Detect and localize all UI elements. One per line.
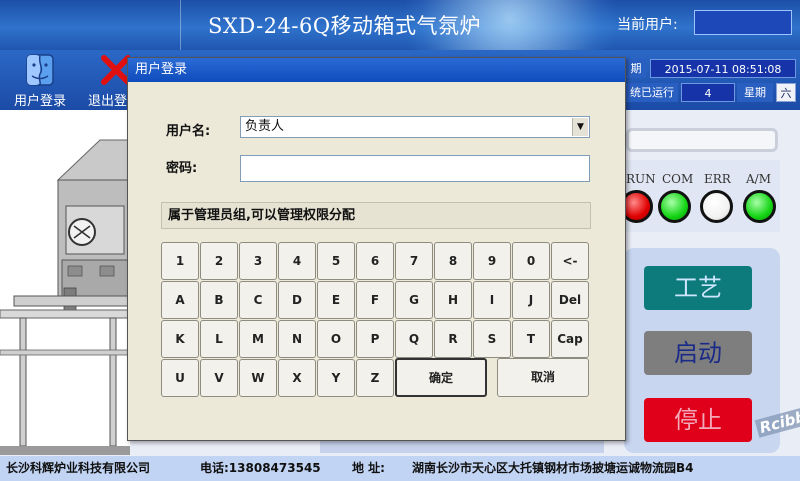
key-6[interactable]: 6: [356, 242, 394, 280]
am-indicator-label: A/M: [746, 172, 771, 186]
key-4[interactable]: 4: [278, 242, 316, 280]
username-value: 负责人: [245, 119, 285, 134]
footer-address: 湖南长沙市天心区大托镇钢材市场披塘运诚物流园B4: [412, 461, 694, 475]
key-z[interactable]: Z: [356, 359, 394, 397]
err-indicator-label: ERR: [704, 172, 731, 186]
dropdown-arrow-icon[interactable]: ▼: [572, 118, 588, 136]
key-n[interactable]: N: [278, 320, 316, 358]
password-label: 密码:: [166, 161, 198, 176]
key-w[interactable]: W: [239, 359, 277, 397]
finder-face-icon: [26, 54, 54, 86]
key-v[interactable]: V: [200, 359, 238, 397]
process-button[interactable]: 工艺: [644, 266, 752, 310]
title-bar: SXD-24-6Q移动箱式气氛炉 当前用户:: [0, 0, 800, 50]
weekday-value: 六: [776, 83, 796, 102]
footer-bar: 长沙科辉炉业科技有限公司 电话:13808473545 地 址: 湖南长沙市天心…: [0, 456, 800, 481]
key-1[interactable]: 1: [161, 242, 199, 280]
key-k[interactable]: K: [161, 320, 199, 358]
key-j[interactable]: J: [512, 281, 550, 319]
key-7[interactable]: 7: [395, 242, 433, 280]
com-indicator-label: COM: [662, 172, 694, 186]
logout-label: 退出登: [88, 94, 128, 108]
dialog-title: 用户登录: [128, 58, 625, 82]
key-u[interactable]: U: [161, 359, 199, 397]
key-9[interactable]: 9: [473, 242, 511, 280]
user-login-button[interactable]: 用户登录: [6, 52, 74, 109]
stop-button[interactable]: 停止: [644, 398, 752, 442]
footer-phone: 电话:13808473545: [200, 461, 321, 475]
confirm-button[interactable]: 确定: [395, 358, 487, 397]
datetime-display: 2015-07-11 08:51:08: [650, 59, 796, 78]
key-d[interactable]: D: [278, 281, 316, 319]
current-user-field: [694, 10, 792, 35]
key-a[interactable]: A: [161, 281, 199, 319]
key-c[interactable]: C: [239, 281, 277, 319]
key-b[interactable]: B: [200, 281, 238, 319]
key-g[interactable]: G: [395, 281, 433, 319]
header-divider: [180, 0, 181, 50]
key-i[interactable]: I: [473, 281, 511, 319]
current-user-label: 当前用户:: [617, 17, 678, 33]
cancel-button[interactable]: 取消: [497, 358, 589, 397]
login-dialog: 用户登录 用户名: 负责人 ▼ 密码: 属于管理员组,可以管理权限分配 1 2 …: [127, 57, 626, 441]
username-select[interactable]: 负责人 ▼: [240, 116, 590, 138]
key-e[interactable]: E: [317, 281, 355, 319]
key-o[interactable]: O: [317, 320, 355, 358]
progress-bar: [626, 128, 778, 152]
key-0[interactable]: 0: [512, 242, 550, 280]
key-t[interactable]: T: [512, 320, 550, 358]
key-h[interactable]: H: [434, 281, 472, 319]
runtime-label: 统已运行: [626, 83, 678, 102]
key-3[interactable]: 3: [239, 242, 277, 280]
key-delete[interactable]: Del: [551, 281, 589, 319]
password-input[interactable]: [240, 155, 590, 182]
runtime-value: 4: [681, 83, 735, 102]
app-title: SXD-24-6Q移动箱式气氛炉: [208, 14, 482, 38]
com-indicator-light: [658, 190, 691, 223]
key-f[interactable]: F: [356, 281, 394, 319]
key-caps[interactable]: Cap: [551, 320, 589, 358]
key-l[interactable]: L: [200, 320, 238, 358]
permission-hint: 属于管理员组,可以管理权限分配: [161, 202, 591, 229]
key-backspace[interactable]: <-: [551, 242, 589, 280]
key-8[interactable]: 8: [434, 242, 472, 280]
user-login-label: 用户登录: [13, 94, 66, 109]
close-x-icon: [101, 55, 130, 85]
key-x[interactable]: X: [278, 359, 316, 397]
key-2[interactable]: 2: [200, 242, 238, 280]
center-panel-strip: [320, 440, 604, 453]
key-5[interactable]: 5: [317, 242, 355, 280]
username-label: 用户名:: [166, 124, 211, 139]
start-button[interactable]: 启动: [644, 331, 752, 375]
err-indicator-light: [700, 190, 733, 223]
footer-address-label: 地 址:: [352, 461, 385, 475]
key-r[interactable]: R: [434, 320, 472, 358]
date-label: 期: [626, 59, 646, 78]
weekday-label: 星期: [737, 83, 773, 102]
key-q[interactable]: Q: [395, 320, 433, 358]
key-p[interactable]: P: [356, 320, 394, 358]
logout-button[interactable]: 退出登: [84, 52, 130, 108]
key-m[interactable]: M: [239, 320, 277, 358]
key-s[interactable]: S: [473, 320, 511, 358]
run-indicator-label: RUN: [626, 172, 656, 186]
key-y[interactable]: Y: [317, 359, 355, 397]
furnace-machine-illustration: [0, 110, 130, 455]
am-indicator-light: [743, 190, 776, 223]
footer-company: 长沙科辉炉业科技有限公司: [6, 461, 151, 475]
